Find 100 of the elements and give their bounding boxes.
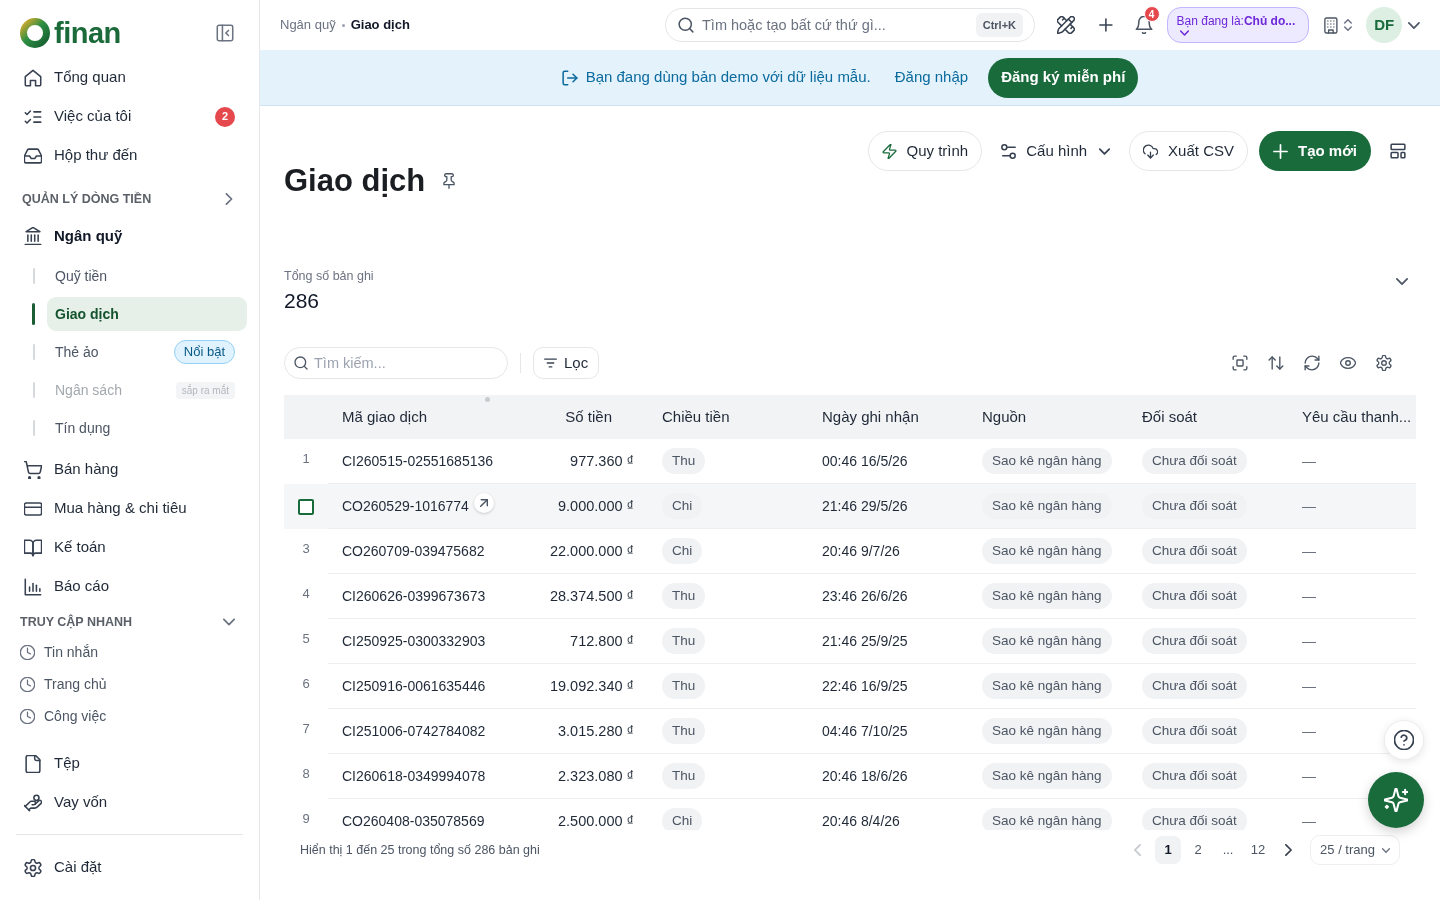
transaction-code: CI250916-0061635446 xyxy=(342,678,486,694)
help-icon xyxy=(1394,730,1414,750)
action-button[interactable]: Quy trình xyxy=(867,131,983,171)
demo-notice: Bạn đang dùng bản demo với dữ liệu mẫu. xyxy=(585,67,871,88)
search-input[interactable]: Tìm kiếm... xyxy=(314,349,498,377)
action-button[interactable]: Cấu hình xyxy=(993,131,1119,171)
row-number: 5 xyxy=(302,629,310,648)
chevron-right-icon[interactable] xyxy=(223,193,235,205)
nav-item[interactable]: Mua hàng & chi tiêu xyxy=(0,489,259,528)
building-icon[interactable] xyxy=(1322,16,1339,34)
breadcrumb-link[interactable]: Giao dịch xyxy=(350,15,410,35)
role-switcher[interactable]: Bạn đang là:Chủ do... xyxy=(1166,7,1309,43)
row-number: 7 xyxy=(302,719,310,738)
status-tag: Chưa đối soát xyxy=(1142,718,1247,745)
source-tag: Sao kê ngân hàng xyxy=(982,628,1112,655)
chevron-down-icon[interactable] xyxy=(223,616,235,628)
credit-card-icon xyxy=(24,499,42,518)
eye-icon[interactable] xyxy=(1340,355,1356,371)
source-tag: Sao kê ngân hàng xyxy=(982,673,1112,700)
nav-item[interactable]: Cài đặt xyxy=(0,848,259,887)
empty-value: — xyxy=(1302,813,1316,829)
sub-nav-item[interactable]: Quỹ tiền xyxy=(47,259,247,293)
recent-item[interactable]: Trang chủ xyxy=(0,668,259,700)
source-tag: Sao kê ngân hàng xyxy=(982,538,1112,565)
collapse-sidebar-icon[interactable] xyxy=(216,24,234,42)
nav-item[interactable]: Kế toán xyxy=(0,528,259,567)
source-tag: Sao kê ngân hàng xyxy=(982,583,1112,610)
recent-item[interactable]: Tin nhắn xyxy=(0,636,259,668)
clock-icon xyxy=(20,676,35,692)
direction-tag: Thu xyxy=(662,673,706,700)
pin-icon[interactable] xyxy=(443,173,456,189)
source-tag: Sao kê ngân hàng xyxy=(982,808,1112,830)
record-count: Hiển thị 1 đến 25 trong tổng số 286 bản ghi xyxy=(300,841,540,859)
nav-item[interactable]: Hộp thư đến xyxy=(0,136,259,175)
pencil-ruler-icon[interactable] xyxy=(1057,16,1075,34)
page-button[interactable]: 12 xyxy=(1245,836,1272,864)
layout-icon[interactable] xyxy=(1390,143,1406,159)
section-heading: TRUY CẬP NHANH xyxy=(20,613,133,631)
brand-name: finan xyxy=(54,17,121,49)
chevron-down-icon[interactable] xyxy=(1396,278,1408,285)
date-text: 04:46 7/10/25 xyxy=(822,723,908,739)
user-avatar[interactable]: DF xyxy=(1366,7,1403,43)
status-tag: Chưa đối soát xyxy=(1142,673,1247,700)
sub-nav-item[interactable]: Giao dịch xyxy=(47,297,247,331)
chevrons-up-down-icon[interactable] xyxy=(1344,19,1353,31)
action-button[interactable]: Xuất CSV xyxy=(1129,131,1248,171)
plus-icon[interactable] xyxy=(1098,18,1113,32)
empty-value: — xyxy=(1302,633,1316,649)
sub-nav-item[interactable]: Thẻ ảo Nổi bật xyxy=(47,335,247,369)
direction-tag: Chi xyxy=(662,808,703,830)
nav-item[interactable]: Bán hàng xyxy=(0,450,259,489)
nav-group[interactable]: Ngân quỹ xyxy=(0,215,259,257)
nav-item[interactable]: Tổng quan xyxy=(0,58,259,97)
global-search-input[interactable]: Tìm hoặc tạo bất cứ thứ gì... xyxy=(702,10,968,40)
nav-item[interactable]: Tệp xyxy=(0,744,259,783)
logo-ring-icon xyxy=(20,18,50,48)
row-checkbox[interactable] xyxy=(298,498,314,515)
count-badge: 2 xyxy=(215,106,235,127)
action-button[interactable]: Tạo mới xyxy=(1259,131,1371,171)
login-link[interactable]: Đăng nhập xyxy=(894,66,969,89)
signup-button[interactable]: Đăng ký miễn phí xyxy=(988,57,1139,98)
sort-arrows-icon[interactable] xyxy=(1268,355,1284,371)
plus-icon xyxy=(1273,143,1288,159)
page-button[interactable]: 2 xyxy=(1185,836,1212,864)
settings-icon[interactable] xyxy=(1376,355,1392,371)
nav-item[interactable]: Vay vốn xyxy=(0,783,259,822)
status-tag: Chưa đối soát xyxy=(1142,583,1247,610)
transaction-code: CI250925-0300332903 xyxy=(342,633,486,649)
highlighted-row[interactable]: CO260529-1016774 9.000.000 ₫ Chi 21:46 29/5/26 Sao kê ngân hàng Chưa đối soát — xyxy=(284,484,1416,529)
file-icon xyxy=(24,754,42,773)
transaction-code: CO260408-035078569 xyxy=(342,813,485,829)
nav-item[interactable]: Việc của tôi 2 xyxy=(0,97,259,136)
notification-bell-icon[interactable] xyxy=(1134,16,1153,34)
amount: 977.360 ₫ xyxy=(570,453,634,469)
filter-button[interactable]: Lọc xyxy=(533,347,600,379)
sub-nav-item[interactable]: Tín dụng xyxy=(47,411,247,445)
page-size-select[interactable]: 25 / trang xyxy=(1310,835,1400,865)
column-header: Đối soát xyxy=(1142,407,1198,425)
refresh-icon[interactable] xyxy=(1304,355,1320,371)
sliders-icon xyxy=(1001,143,1017,159)
recent-item[interactable]: Công việc xyxy=(0,700,259,732)
page-button[interactable]: 1 xyxy=(1155,836,1182,864)
bank-icon xyxy=(24,227,42,245)
scan-icon[interactable] xyxy=(1232,355,1248,371)
status-tag: Chưa đối soát xyxy=(1142,448,1247,475)
settings-icon xyxy=(24,858,42,877)
direction-tag: Thu xyxy=(662,763,706,790)
date-text: 20:46 18/6/26 xyxy=(822,768,908,784)
chevron-down-icon[interactable] xyxy=(1408,21,1420,29)
status-tag: Chưa đối soát xyxy=(1142,628,1247,655)
summary-value: 286 xyxy=(284,288,321,314)
page-button[interactable]: ... xyxy=(1215,836,1242,864)
date-text: 00:46 16/5/26 xyxy=(822,453,908,469)
chevron-right-icon[interactable] xyxy=(1285,844,1293,856)
filter-icon xyxy=(544,358,557,368)
column-header: Ngày ghi nhận xyxy=(822,407,919,425)
nav-item[interactable]: Báo cáo xyxy=(0,567,259,606)
direction-tag: Chi xyxy=(662,493,703,520)
breadcrumb-link[interactable]: Ngân quỹ xyxy=(280,15,336,35)
transaction-code: CI260618-0349994078 xyxy=(342,768,486,784)
